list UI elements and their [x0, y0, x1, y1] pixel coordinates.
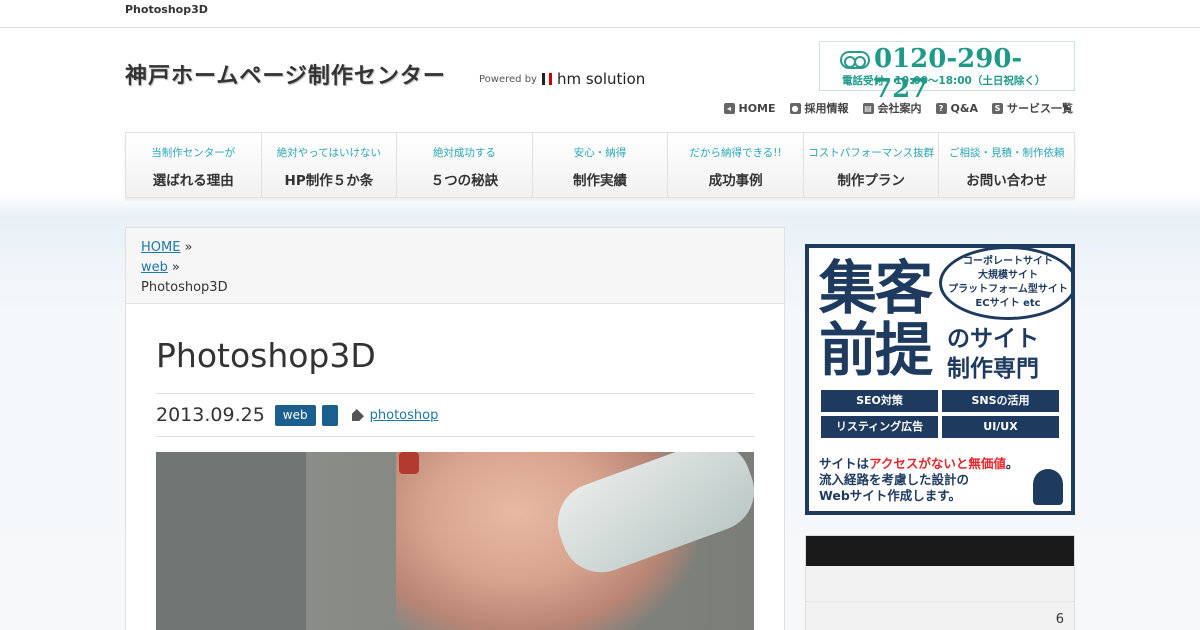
site-logo[interactable]: 神戸ホームページ制作センター	[125, 58, 446, 90]
tag-link[interactable]: photoshop	[370, 408, 439, 423]
freedial-icon	[840, 51, 870, 69]
ad-side-text: のサイト 制作専門	[947, 326, 1039, 382]
util-recruit-link[interactable]: ● 採用情報	[789, 100, 849, 116]
question-icon: ?	[935, 102, 947, 114]
tag-icon	[352, 409, 364, 421]
widget-count: 6	[1055, 612, 1064, 627]
ad-service-grid: SEO対策 SNSの活用 リスティング広告 UI/UX	[821, 390, 1059, 438]
phone-banner[interactable]: 0120-290-727 電話受付 10:00〜18:00（土日祝除く）	[819, 41, 1075, 104]
post-featured-image	[156, 452, 754, 630]
nav-item-secrets[interactable]: 絶対成功する ５つの秘訣	[397, 133, 533, 197]
sidebar-widget: 6	[805, 535, 1075, 630]
main-content: HOME» web» Photoshop3D Photoshop3D 2013.…	[125, 227, 785, 630]
person-icon: ●	[789, 102, 801, 114]
ad-bubble: コーポレートサイト 大規模サイト プラットフォーム型サイト ECサイト etc	[939, 248, 1071, 320]
ad-listing: リスティング広告	[821, 416, 938, 438]
util-qa-link[interactable]: ? Q&A	[935, 100, 978, 116]
nav-item-reasons[interactable]: 当制作センターが 選ばれる理由	[126, 133, 262, 197]
breadcrumb-category-link[interactable]: web	[141, 260, 168, 275]
post-title: Photoshop3D	[156, 336, 376, 375]
nav-item-contact[interactable]: ご相談・見積・制作依頼 お問い合わせ	[939, 133, 1074, 197]
category-badge[interactable]: web	[274, 404, 316, 426]
widget-row[interactable]	[806, 566, 1074, 602]
sidebar-ad-banner[interactable]: 集客 前提 コーポレートサイト 大規模サイト プラットフォーム型サイト ECサイ…	[805, 244, 1075, 515]
util-services-link[interactable]: S サービス一覧	[992, 100, 1073, 116]
breadcrumb: HOME» web» Photoshop3D	[126, 228, 784, 304]
ad-sns: SNSの活用	[942, 390, 1059, 412]
category-badge-empty[interactable]	[321, 404, 338, 426]
ad-uiux: UI/UX	[942, 416, 1059, 438]
breadcrumb-current: Photoshop3D	[141, 280, 228, 295]
company-name: hm solution	[556, 70, 646, 88]
top-bar: Photoshop3D	[0, 0, 1200, 28]
widget-header	[806, 536, 1074, 566]
service-icon: S	[992, 102, 1003, 114]
photo-accent	[399, 452, 419, 474]
post-meta: 2013.09.25 web photoshop	[156, 393, 754, 437]
nav-item-works[interactable]: 安心・納得 制作実績	[533, 133, 669, 197]
ad-bottom-text: サイトはアクセスがないと無価値。 流入経路を考慮した設計の Webサイト作成しま…	[819, 456, 1019, 503]
utility-nav: ◂ HOME ● 採用情報 ▤ 会社案内 ? Q&A S サービス一覧	[723, 100, 1073, 116]
ad-seo: SEO対策	[821, 390, 938, 412]
nav-item-five-rules[interactable]: 絶対やってはいけない HP制作５か条	[262, 133, 398, 197]
main-nav: 当制作センターが 選ばれる理由 絶対やってはいけない HP制作５か条 絶対成功す…	[125, 132, 1075, 198]
ninja-mascot-icon	[1033, 469, 1063, 505]
nav-item-plans[interactable]: コストパフォーマンス抜群 制作プラン	[804, 133, 940, 197]
site-tagline: Photoshop3D	[125, 3, 208, 16]
post-date: 2013.09.25	[156, 404, 265, 426]
document-icon: ▤	[862, 102, 874, 114]
ad-headline-2: 前提	[819, 316, 933, 384]
home-icon: ◂	[723, 102, 735, 114]
powered-by[interactable]: Powered by hm solution	[479, 70, 645, 88]
util-company-link[interactable]: ▤ 会社案内	[862, 100, 922, 116]
util-home-link[interactable]: ◂ HOME	[723, 100, 776, 116]
breadcrumb-home-link[interactable]: HOME	[141, 240, 180, 255]
hm-logo-icon	[541, 73, 552, 85]
ad-headline-1: 集客	[819, 254, 933, 322]
phone-hours: 電話受付 10:00〜18:00（土日祝除く）	[842, 75, 1046, 87]
nav-item-cases[interactable]: だから納得できる!! 成功事例	[668, 133, 804, 197]
widget-row[interactable]: 6	[806, 602, 1074, 630]
powered-by-label: Powered by	[479, 73, 537, 85]
